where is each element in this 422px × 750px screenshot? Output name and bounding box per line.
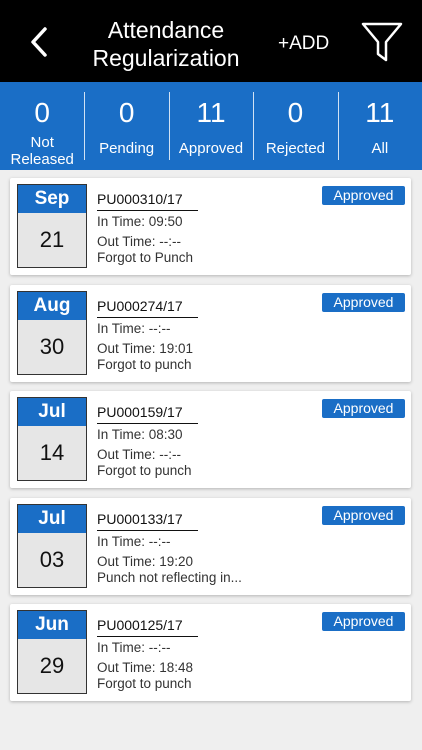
- date-day: 21: [39, 227, 65, 252]
- page-title-line1: Attendance: [107, 17, 225, 43]
- status-badge: Approved: [322, 506, 405, 525]
- date-day: 29: [39, 653, 65, 678]
- date-day: 14: [39, 440, 65, 465]
- reason: Punch not reflecting in...: [97, 570, 242, 585]
- stat-pending[interactable]: 0 Pending: [84, 82, 168, 170]
- date-month: Jun: [18, 611, 86, 639]
- in-time: In Time: --:--: [97, 321, 171, 336]
- back-button[interactable]: [24, 22, 54, 62]
- status-badge: Approved: [322, 186, 405, 205]
- stat-not-released[interactable]: 0 Not Released: [0, 82, 84, 170]
- status-badge: Approved: [322, 399, 405, 418]
- request-code: PU000125/17: [97, 617, 198, 637]
- in-time: In Time: --:--: [97, 534, 171, 549]
- date-block: Jul 14: [17, 397, 87, 481]
- out-time: Out Time: 19:20: [97, 554, 194, 569]
- stat-count: 11: [365, 97, 395, 128]
- request-code: PU000133/17: [97, 511, 198, 531]
- reason: Forgot to punch: [97, 463, 192, 478]
- stat-rejected[interactable]: 0 Rejected: [253, 82, 337, 170]
- page-title: Attendance Regularization: [80, 16, 252, 72]
- list-item[interactable]: Jul 03 PU000133/17 In Time: --:-- Out Ti…: [10, 498, 411, 595]
- request-code: PU000159/17: [97, 404, 198, 424]
- stat-count: 0: [287, 97, 304, 128]
- stat-label: Not Released: [0, 134, 84, 168]
- date-month: Jul: [18, 505, 86, 533]
- filter-button[interactable]: [360, 20, 404, 64]
- stat-count: 0: [118, 97, 135, 128]
- out-time: Out Time: --:--: [97, 447, 181, 462]
- status-badge: Approved: [322, 293, 405, 312]
- date-block: Jun 29: [17, 610, 87, 694]
- date-month: Jul: [18, 398, 86, 426]
- date-day: 30: [39, 334, 65, 359]
- chevron-left-icon: [31, 27, 47, 57]
- stat-label: Approved: [178, 140, 244, 157]
- list-item[interactable]: Jun 29 PU000125/17 In Time: --:-- Out Ti…: [10, 604, 411, 701]
- request-code: PU000274/17: [97, 298, 198, 318]
- date-block: Sep 21: [17, 184, 87, 268]
- request-code: PU000310/17: [97, 191, 198, 211]
- reason: Forgot to punch: [97, 357, 192, 372]
- page-title-line2: Regularization: [92, 45, 240, 71]
- stat-label-line1: Not: [30, 134, 54, 151]
- reason: Forgot to punch: [97, 676, 192, 691]
- stat-count: 11: [196, 97, 226, 128]
- stat-count: 0: [34, 97, 50, 128]
- date-block: Aug 30: [17, 291, 87, 375]
- out-time: Out Time: --:--: [97, 234, 181, 249]
- stat-approved[interactable]: 11 Approved: [168, 82, 253, 170]
- in-time: In Time: 09:50: [97, 214, 183, 229]
- status-badge: Approved: [322, 612, 405, 631]
- add-button[interactable]: +ADD: [278, 33, 329, 55]
- reason: Forgot to Punch: [97, 250, 194, 265]
- date-day: 03: [39, 547, 65, 572]
- top-bar: Attendance Regularization +ADD: [0, 0, 422, 82]
- stat-label: All: [371, 140, 389, 157]
- date-month: Sep: [18, 185, 86, 213]
- in-time: In Time: 08:30: [97, 427, 183, 442]
- filter-icon: [361, 22, 403, 62]
- in-time: In Time: --:--: [97, 640, 171, 655]
- list-item[interactable]: Aug 30 PU000274/17 In Time: --:-- Out Ti…: [10, 285, 411, 382]
- status-summary-bar: 0 Not Released 0 Pending 11 Approved 0 R…: [0, 82, 422, 170]
- list-item[interactable]: Jul 14 PU000159/17 In Time: 08:30 Out Ti…: [10, 391, 411, 488]
- stat-all[interactable]: 11 All: [337, 82, 422, 170]
- date-block: Jul 03: [17, 504, 87, 588]
- list-item[interactable]: Sep 21 PU000310/17 In Time: 09:50 Out Ti…: [10, 178, 411, 275]
- stat-label-line2: Released: [10, 151, 74, 168]
- out-time: Out Time: 19:01: [97, 341, 194, 356]
- stat-label: Rejected: [265, 140, 326, 157]
- stat-label: Pending: [99, 140, 155, 157]
- out-time: Out Time: 18:48: [97, 660, 194, 675]
- date-month: Aug: [18, 292, 86, 320]
